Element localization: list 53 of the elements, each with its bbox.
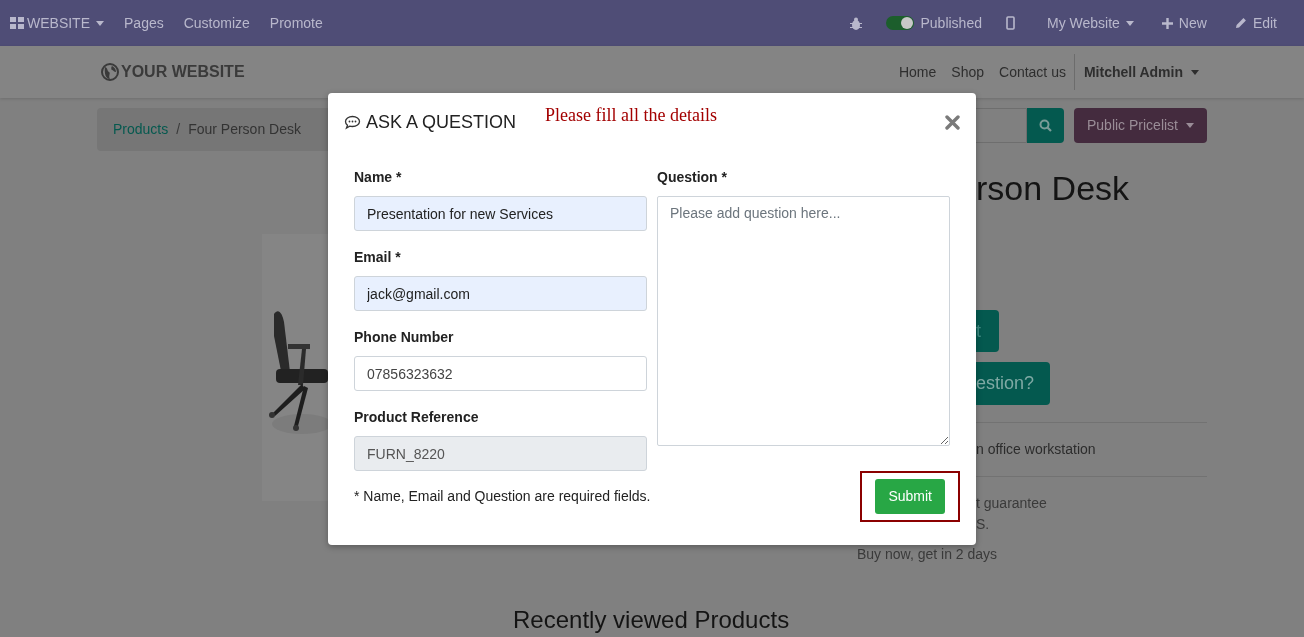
product-note: S.	[976, 515, 991, 534]
published-label: Published	[920, 13, 982, 33]
site-logo[interactable]: YOUR WEBSITE	[101, 60, 245, 84]
caret-icon	[96, 20, 104, 26]
field-label: Question *	[657, 168, 728, 187]
product-note: Buy now, get in 2 days	[857, 545, 999, 564]
nav-link[interactable]: Shop	[951, 61, 984, 83]
menu-item[interactable]: Pages	[124, 12, 164, 34]
required-note: * Name, Email and Question are required fields.	[354, 487, 651, 506]
app-menu-label: WEBSITE	[27, 13, 90, 33]
nav-link[interactable]: Home	[898, 61, 937, 83]
bug-icon[interactable]	[850, 16, 863, 30]
input-field[interactable]: Presentation for new Services	[354, 196, 647, 231]
submit-button[interactable]: Submit	[875, 479, 945, 514]
product-note: t guarantee	[976, 494, 1048, 513]
caret-icon	[1186, 123, 1194, 128]
globe-icon	[101, 63, 119, 81]
pencil-icon	[1234, 17, 1247, 29]
mobile-icon[interactable]	[1006, 16, 1015, 30]
input-field[interactable]: 07856323632	[354, 356, 647, 391]
user-menu[interactable]: Mitchell Admin	[1083, 61, 1199, 83]
nav-link[interactable]: Contact us	[999, 61, 1066, 83]
breadcrumb-current: Four Person Desk	[188, 120, 301, 139]
input-field[interactable]: jack@gmail.com	[354, 276, 647, 311]
product-description: n office workstation	[976, 440, 1097, 459]
menu-item[interactable]: Promote	[269, 12, 323, 34]
modal-title: ASK A QUESTION	[366, 110, 517, 134]
caret-icon	[1125, 20, 1134, 26]
close-button[interactable]	[945, 114, 960, 130]
input-field[interactable]: FURN_8220	[354, 436, 647, 471]
field-label: Phone Number	[354, 328, 455, 347]
section-heading: Recently viewed Products	[513, 606, 790, 634]
search-icon	[1038, 119, 1052, 132]
question-field[interactable]: Please add question here...	[657, 196, 950, 446]
speech-bubble-icon	[344, 114, 361, 130]
app-menu[interactable]: WEBSITE	[10, 12, 104, 34]
field-label: Product Reference	[354, 408, 480, 427]
annotation-text: Please fill all the details	[545, 104, 717, 127]
grid-icon	[10, 17, 24, 29]
search-button[interactable]	[1026, 108, 1064, 143]
product-title: rson Desk	[976, 168, 1131, 208]
field-label: Name *	[354, 168, 403, 187]
field-label: Email *	[354, 248, 402, 267]
published-toggle[interactable]: Published	[886, 12, 982, 34]
pricelist-dropdown[interactable]: Public Pricelist	[1073, 108, 1207, 143]
close-icon	[945, 114, 960, 130]
menu-item[interactable]: Customize	[183, 12, 250, 34]
breadcrumb-separator: /	[176, 120, 181, 139]
new-button[interactable]: New	[1161, 12, 1207, 34]
website-menu[interactable]: My Website	[1047, 12, 1134, 34]
edit-button[interactable]: Edit	[1234, 12, 1277, 34]
caret-icon	[1191, 69, 1199, 75]
plus-icon	[1161, 17, 1173, 29]
